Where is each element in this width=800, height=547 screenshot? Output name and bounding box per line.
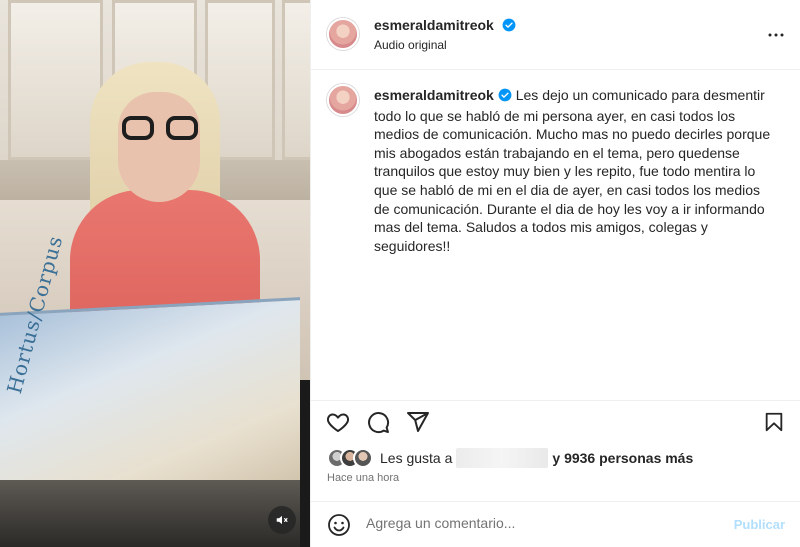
bookmark-icon xyxy=(765,412,783,432)
mute-toggle-button[interactable] xyxy=(268,506,296,534)
post-details-panel: esmeraldamitreok Audio original esmerald… xyxy=(310,0,800,547)
verified-badge-icon xyxy=(498,88,512,107)
more-options-button[interactable] xyxy=(767,26,785,49)
audio-link[interactable]: Audio original xyxy=(374,38,447,52)
action-bar xyxy=(311,400,800,440)
comment-input[interactable] xyxy=(366,515,706,531)
liker-avatar[interactable] xyxy=(353,448,373,468)
like-button[interactable] xyxy=(325,409,351,435)
video-frame: Hortus/Corpus xyxy=(0,0,310,547)
likes-row: Les gusta a y 9936 personas más xyxy=(327,446,693,470)
paper-plane-icon xyxy=(407,412,429,432)
emoji-button[interactable] xyxy=(327,513,351,542)
comment-button[interactable] xyxy=(365,409,391,435)
more-options-icon xyxy=(768,33,784,37)
save-button[interactable] xyxy=(761,409,787,435)
speaker-muted-icon xyxy=(276,515,288,525)
caption-text: esmeraldamitreok Les dejo un comunicado … xyxy=(374,86,774,255)
avatar[interactable] xyxy=(327,18,359,50)
comment-bubble-icon xyxy=(368,412,390,434)
post-video[interactable]: Hortus/Corpus xyxy=(0,0,310,547)
caption-section: esmeraldamitreok Les dejo un comunicado … xyxy=(311,70,800,400)
publish-button[interactable]: Publicar xyxy=(734,517,785,532)
post-timestamp[interactable]: Hace una hora xyxy=(327,472,399,484)
smiley-icon xyxy=(328,514,350,536)
caption-body: Les dejo un comunicado para desmentir to… xyxy=(374,87,771,254)
share-button[interactable] xyxy=(405,409,431,435)
post-header: esmeraldamitreok Audio original xyxy=(311,0,800,70)
comment-bar: Publicar xyxy=(311,501,800,547)
likes-count-link[interactable]: y 9936 personas más xyxy=(552,450,693,466)
verified-badge-icon xyxy=(502,18,516,37)
heart-icon xyxy=(326,413,350,432)
likes-prefix: Les gusta a xyxy=(380,450,453,466)
caption-avatar[interactable] xyxy=(327,84,359,116)
caption-username-link[interactable]: esmeraldamitreok xyxy=(374,87,494,103)
blurred-username[interactable] xyxy=(456,448,549,468)
username-link[interactable]: esmeraldamitreok xyxy=(374,17,494,33)
